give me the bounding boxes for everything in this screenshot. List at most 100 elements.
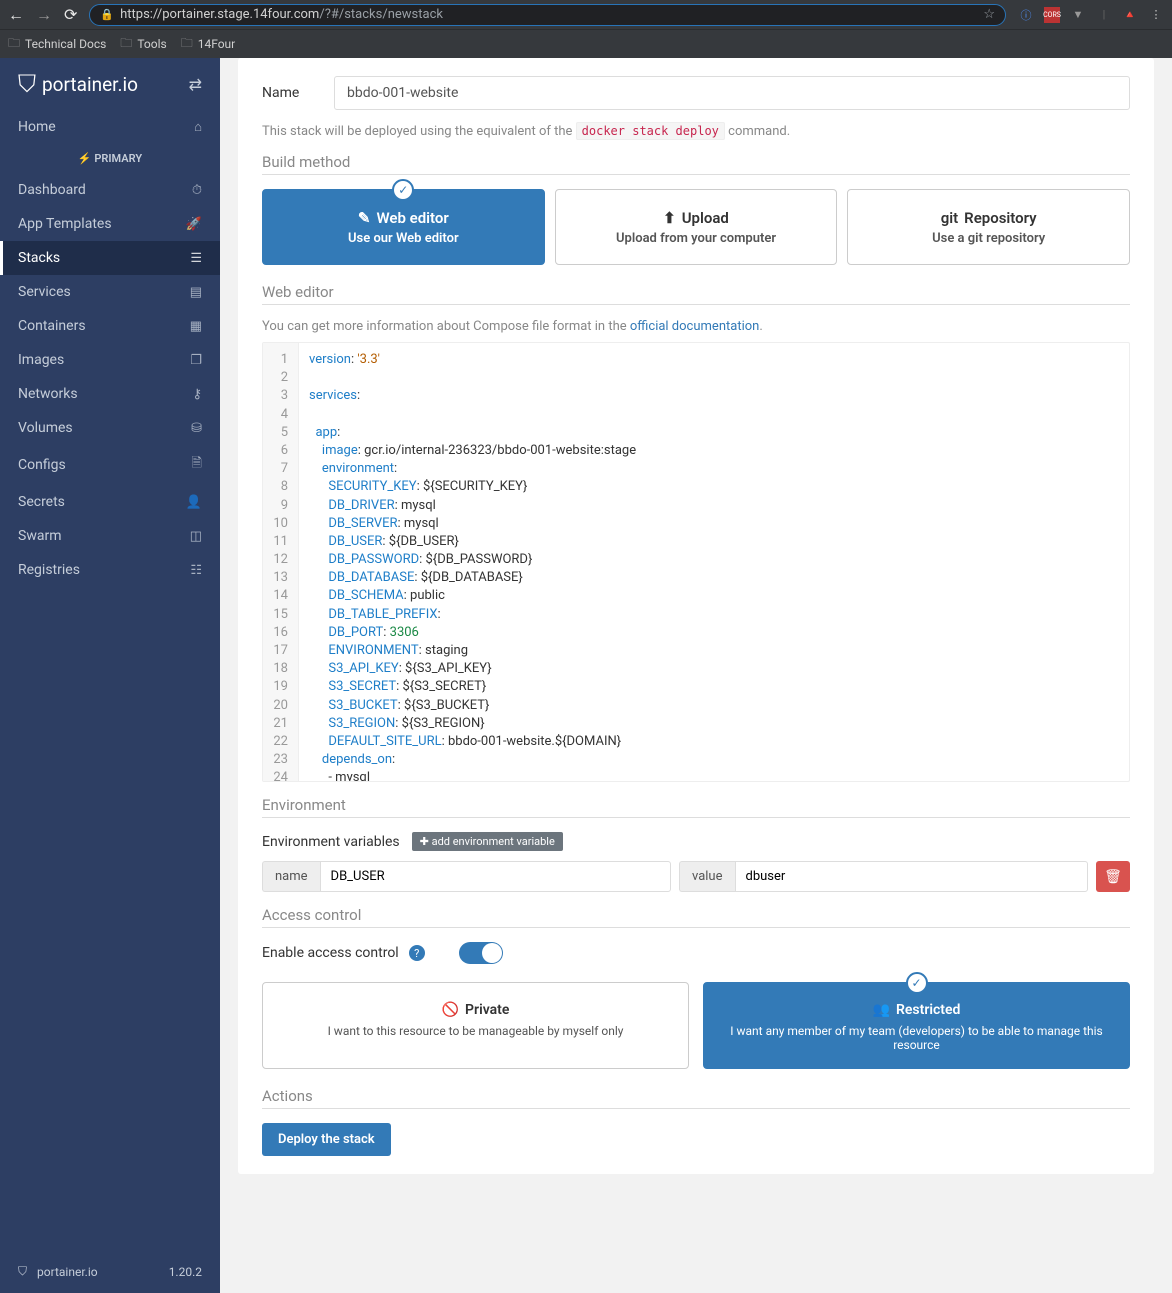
sidebar-logo[interactable]: ⛉ portainer.io ⇄ (0, 58, 220, 110)
docs-link[interactable]: official documentation (630, 319, 759, 334)
web-editor-title: Web editor (262, 283, 1130, 305)
build-method-web-editor[interactable]: ✓✎ Web editorUse our Web editor (262, 189, 545, 265)
main-content: Name This stack will be deployed using t… (220, 58, 1172, 1293)
brand-text: portainer.io (42, 73, 138, 96)
sidebar-item-home[interactable]: Home ⌂ (0, 110, 220, 144)
back-button[interactable]: ← (8, 5, 24, 25)
url-path: /?#/stacks/newstack (319, 7, 443, 22)
editor-info: You can get more information about Compo… (262, 319, 1130, 334)
build-method-repository[interactable]: git RepositoryUse a git repository (847, 189, 1130, 265)
bookmark-label: 14Four (198, 37, 236, 51)
sidebar-item-label: Stacks (18, 250, 60, 266)
sidebar-item-services[interactable]: Services▤ (0, 275, 220, 309)
sidebar-item-networks[interactable]: Networks⚷ (0, 377, 220, 411)
sidebar-item-volumes[interactable]: Volumes⛁ (0, 411, 220, 445)
folder-icon: 🗀 (181, 34, 193, 55)
sidebar-item-label: Containers (18, 318, 86, 334)
address-bar[interactable]: 🔒 https://portainer.stage.14four.com /?#… (89, 4, 1006, 26)
check-icon: ✓ (906, 972, 928, 994)
folder-icon: 🗀 (8, 34, 20, 55)
footer-version: 1.20.2 (169, 1265, 202, 1279)
deploy-button[interactable]: Deploy the stack (262, 1123, 391, 1156)
access-control-title: Access control (262, 906, 1130, 928)
actions-title: Actions (262, 1087, 1130, 1109)
access-control-toggle[interactable] (459, 942, 503, 964)
folder-icon: 🗀 (120, 34, 132, 55)
sidebar-item-icon: ⌂ (194, 119, 202, 135)
sidebar-item-registries[interactable]: Registries ☷ (0, 553, 220, 587)
ac-private-sub: I want to this resource to be manageable… (279, 1024, 672, 1038)
method-title-text: Upload (682, 209, 729, 227)
sidebar-item-label: Secrets (18, 494, 65, 510)
sidebar-item-icon: ◫ (190, 529, 202, 544)
divider: | (1096, 7, 1112, 23)
primary-badge: ⚡ PRIMARY (0, 144, 220, 173)
vue-icon[interactable]: ▼ (1070, 7, 1086, 23)
env-value-addon: value (679, 861, 735, 892)
ac-private-title: Private (465, 1002, 509, 1018)
env-vars-label: Environment variables (262, 834, 400, 850)
build-method-upload[interactable]: ⬆ UploadUpload from your computer (555, 189, 838, 265)
bookmarks-bar: 🗀Technical Docs 🗀 Tools 🗀 14Four (0, 29, 1172, 58)
vlc-icon[interactable]: 🔺 (1122, 7, 1138, 23)
sidebar-item-icon: ❐ (190, 353, 202, 368)
sidebar-item-label: Services (18, 284, 71, 300)
users-icon: 👥 (873, 1002, 890, 1018)
env-value-input[interactable] (735, 861, 1089, 892)
lock-icon: 🔒 (100, 8, 114, 21)
sidebar-item-label: Images (18, 352, 64, 368)
sidebar-item-secrets[interactable]: Secrets 👤 (0, 485, 220, 519)
sidebar-item-icon: ▦ (190, 319, 202, 334)
bookmark-star-icon[interactable]: ☆ (983, 7, 995, 22)
ac-option-private[interactable]: 🚫 Private I want to this resource to be m… (262, 982, 689, 1069)
sidebar-item-stacks[interactable]: Stacks ☰ (0, 241, 220, 275)
build-method-title: Build method (262, 153, 1130, 175)
sidebar-item-app-templates[interactable]: App Templates🚀 (0, 207, 220, 241)
sidebar: ⛉ portainer.io ⇄ Home ⌂ ⚡ PRIMARY Dashboard ⏱… (0, 58, 220, 1293)
delete-env-button[interactable]: 🗑 (1096, 861, 1130, 892)
sidebar-item-swarm[interactable]: Swarm ◫ (0, 519, 220, 553)
menu-icon[interactable]: ⋮ (1148, 7, 1164, 23)
cors-icon[interactable]: CORS (1044, 7, 1060, 23)
ac-option-restricted[interactable]: ✓ 👥Restricted I want any member of my te… (703, 982, 1130, 1069)
compose-editor[interactable]: 1234567891011121314151617181920212223242… (262, 342, 1130, 782)
method-title-text: Repository (964, 209, 1036, 227)
sidebar-item-label: Networks (18, 386, 78, 402)
sidebar-item-containers[interactable]: Containers ▦ (0, 309, 220, 343)
crane-icon: ⛉ (18, 70, 36, 98)
bookmark-14four[interactable]: 🗀 14Four (181, 34, 236, 55)
sidebar-item-icon: ☷ (190, 563, 202, 578)
sidebar-item-label: Home (18, 119, 56, 135)
bookmark-tools[interactable]: 🗀 Tools (120, 34, 166, 55)
footer-brand: portainer.io (37, 1265, 98, 1279)
sidebar-item-icon: 🗎 (192, 454, 202, 476)
add-env-button[interactable]: ✚ add environment variable (412, 832, 563, 851)
info-icon[interactable]: ⓘ (1018, 7, 1034, 23)
help-icon[interactable]: ? (409, 945, 425, 961)
forward-button[interactable]: → (36, 5, 52, 25)
sidebar-footer: ⛉ portainer.io 1.20.2 (0, 1250, 220, 1293)
sidebar-item-icon: ⏱ (192, 183, 202, 198)
reload-button[interactable]: ⟳ (64, 5, 77, 24)
sidebar-item-images[interactable]: Images ❐ (0, 343, 220, 377)
bookmark-label: Tools (137, 37, 166, 51)
url-host: https://portainer.stage.14four.com (120, 7, 319, 22)
method-subtitle: Use our Web editor (273, 231, 534, 246)
bookmark-technical-docs[interactable]: 🗀Technical Docs (8, 34, 106, 55)
env-name-addon: name (262, 861, 320, 892)
docker-command-code: docker stack deploy (576, 122, 725, 140)
check-icon: ✓ (392, 179, 414, 201)
stack-name-input[interactable] (334, 76, 1130, 110)
sidebar-item-label: Registries (18, 562, 80, 578)
crane-icon: ⛉ (18, 1264, 27, 1279)
sidebar-item-icon: ☰ (190, 251, 202, 266)
eye-off-icon: 🚫 (442, 1002, 459, 1018)
sidebar-item-icon: 👤 (186, 495, 202, 510)
env-name-input[interactable] (320, 861, 671, 892)
collapse-icon[interactable]: ⇄ (189, 75, 202, 94)
sidebar-item-dashboard[interactable]: Dashboard ⏱ (0, 173, 220, 207)
sidebar-item-label: Swarm (18, 528, 61, 544)
sidebar-item-icon: ⛁ (191, 421, 202, 436)
sidebar-item-label: Dashboard (18, 182, 86, 198)
sidebar-item-configs[interactable]: Configs🗎 (0, 445, 220, 485)
